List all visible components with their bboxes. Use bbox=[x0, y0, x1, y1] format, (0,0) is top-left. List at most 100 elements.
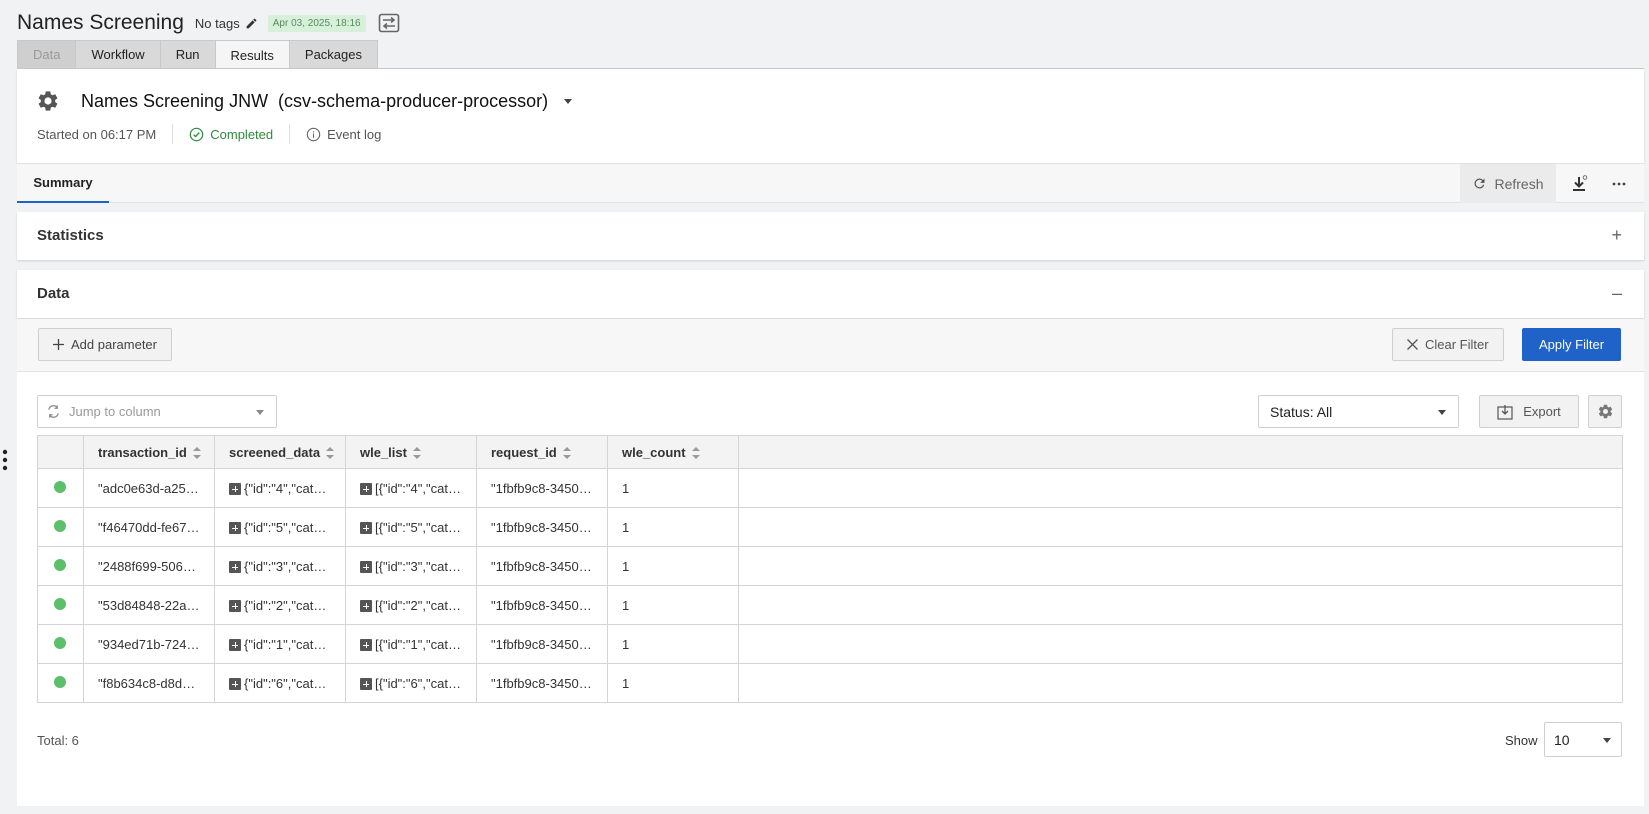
column-header-wle-list[interactable]: wle_list bbox=[345, 435, 477, 469]
sort-icon[interactable] bbox=[562, 447, 571, 460]
data-section[interactable]: Data – bbox=[17, 270, 1644, 318]
transaction-id-cell[interactable]: "f8b634c8-d8d… bbox=[83, 663, 215, 703]
plus-square-icon[interactable] bbox=[229, 522, 241, 535]
table-row[interactable]: "934ed71b-724… {"id":"1","cat… [{"id":"1… bbox=[37, 624, 1623, 664]
refresh-button[interactable]: Refresh bbox=[1460, 164, 1556, 203]
column-header-transaction-id[interactable]: transaction_id bbox=[83, 435, 215, 469]
column-header-wle-count[interactable]: wle_count bbox=[607, 435, 739, 469]
column-header-request-id[interactable]: request_id bbox=[476, 435, 608, 469]
tab-packages[interactable]: Packages bbox=[288, 40, 378, 68]
wle-list-cell[interactable]: [{"id":"2","cat… bbox=[345, 585, 477, 625]
screened-data-cell[interactable]: {"id":"1","cat… bbox=[214, 624, 346, 664]
more-vertical-icon[interactable] bbox=[2, 449, 8, 471]
request-id-cell[interactable]: "1fbfb9c8-3450… bbox=[476, 468, 608, 508]
wle-count-cell[interactable]: 1 bbox=[607, 507, 739, 547]
transaction-id-cell[interactable]: "2488f699-506… bbox=[83, 546, 215, 586]
screened-data-cell[interactable]: {"id":"3","cat… bbox=[214, 546, 346, 586]
clear-filter-button[interactable]: Clear Filter bbox=[1392, 328, 1504, 361]
plus-square-icon[interactable] bbox=[360, 639, 372, 652]
cell-text: {"id":"5","cat… bbox=[244, 519, 327, 535]
wle-list-cell[interactable]: [{"id":"3","cat… bbox=[345, 546, 477, 586]
sort-icon[interactable] bbox=[412, 447, 421, 460]
transaction-id-cell[interactable]: "53d84848-22a… bbox=[83, 585, 215, 625]
wle-list-cell[interactable]: [{"id":"4","cat… bbox=[345, 468, 477, 508]
date-badge: Apr 03, 2025, 18:16 bbox=[267, 14, 366, 32]
tab-summary[interactable]: Summary bbox=[17, 164, 109, 203]
wle-count-cell[interactable]: 1 bbox=[607, 546, 739, 586]
plus-square-icon[interactable] bbox=[360, 522, 372, 535]
jump-to-column-select[interactable]: Jump to column bbox=[37, 395, 277, 428]
status-cell bbox=[37, 585, 84, 625]
screened-data-cell[interactable]: {"id":"2","cat… bbox=[214, 585, 346, 625]
apply-filter-button[interactable]: Apply Filter bbox=[1522, 328, 1622, 361]
sort-icon[interactable] bbox=[691, 447, 700, 460]
page-size-select[interactable]: 10 bbox=[1544, 722, 1622, 757]
wle-list-cell[interactable]: [{"id":"5","cat… bbox=[345, 507, 477, 547]
plus-square-icon[interactable] bbox=[360, 600, 372, 613]
request-id-cell[interactable]: "1fbfb9c8-3450… bbox=[476, 624, 608, 664]
column-header-screened-data[interactable]: screened_data bbox=[214, 435, 346, 469]
summary-bar: Summary Refresh bbox=[17, 163, 1644, 203]
download-icon[interactable] bbox=[1570, 175, 1588, 193]
plus-square-icon[interactable] bbox=[229, 678, 241, 691]
cell-text: [{"id":"6","cat… bbox=[375, 675, 461, 691]
transaction-id-cell[interactable]: "934ed71b-724… bbox=[83, 624, 215, 664]
transaction-id-cell[interactable]: "f46470dd-fe67… bbox=[83, 507, 215, 547]
export-button[interactable]: Export bbox=[1479, 395, 1579, 428]
transaction-id-cell[interactable]: "adc0e63d-a25… bbox=[83, 468, 215, 508]
tab-run[interactable]: Run bbox=[159, 40, 216, 68]
export-label: Export bbox=[1523, 404, 1561, 419]
screened-data-cell[interactable]: {"id":"6","cat… bbox=[214, 663, 346, 703]
workflow-switch-icon[interactable] bbox=[378, 13, 400, 33]
screened-data-cell[interactable]: {"id":"4","cat… bbox=[214, 468, 346, 508]
request-id-cell[interactable]: "1fbfb9c8-3450… bbox=[476, 663, 608, 703]
total-count: Total: 6 bbox=[37, 733, 79, 748]
clear-filter-label: Clear Filter bbox=[1425, 337, 1489, 352]
expand-icon[interactable]: + bbox=[1611, 226, 1622, 244]
pencil-icon[interactable] bbox=[245, 17, 258, 30]
table-row[interactable]: "adc0e63d-a25… {"id":"4","cat… [{"id":"4… bbox=[37, 468, 1623, 508]
request-id-cell[interactable]: "1fbfb9c8-3450… bbox=[476, 585, 608, 625]
main-tabs: Data Workflow Run Results Packages bbox=[17, 40, 378, 69]
add-parameter-button[interactable]: Add parameter bbox=[38, 328, 172, 361]
plus-square-icon[interactable] bbox=[229, 483, 241, 496]
table-row[interactable]: "f46470dd-fe67… {"id":"5","cat… [{"id":"… bbox=[37, 507, 1623, 547]
plus-square-icon[interactable] bbox=[360, 678, 372, 691]
request-id-cell[interactable]: "1fbfb9c8-3450… bbox=[476, 546, 608, 586]
collapse-icon[interactable]: – bbox=[1612, 284, 1622, 302]
wle-count-cell[interactable]: 1 bbox=[607, 624, 739, 664]
table-row[interactable]: "53d84848-22a… {"id":"2","cat… [{"id":"2… bbox=[37, 585, 1623, 625]
status-completed: Completed bbox=[189, 127, 273, 142]
wle-list-cell[interactable]: [{"id":"6","cat… bbox=[345, 663, 477, 703]
filler-cell bbox=[738, 585, 1623, 625]
status-filter-select[interactable]: Status: All bbox=[1258, 395, 1459, 428]
status-cell bbox=[37, 468, 84, 508]
sort-icon[interactable] bbox=[326, 447, 335, 460]
wle-list-cell[interactable]: [{"id":"1","cat… bbox=[345, 624, 477, 664]
plus-square-icon[interactable] bbox=[360, 483, 372, 496]
plus-square-icon[interactable] bbox=[229, 639, 241, 652]
wle-count-cell[interactable]: 1 bbox=[607, 468, 739, 508]
tab-results[interactable]: Results bbox=[214, 40, 290, 69]
chevron-down-icon[interactable] bbox=[564, 99, 572, 104]
table-row[interactable]: "2488f699-506… {"id":"3","cat… [{"id":"3… bbox=[37, 546, 1623, 586]
screened-data-cell[interactable]: {"id":"5","cat… bbox=[214, 507, 346, 547]
plus-square-icon[interactable] bbox=[229, 600, 241, 613]
more-horizontal-icon[interactable] bbox=[1612, 182, 1626, 186]
wle-count-cell[interactable]: 1 bbox=[607, 663, 739, 703]
tags[interactable]: No tags bbox=[195, 16, 258, 31]
table-settings-button[interactable] bbox=[1588, 395, 1622, 428]
request-id-cell[interactable]: "1fbfb9c8-3450… bbox=[476, 507, 608, 547]
wle-count-cell[interactable]: 1 bbox=[607, 585, 739, 625]
plus-square-icon[interactable] bbox=[360, 561, 372, 574]
chevron-down-icon bbox=[1438, 410, 1446, 415]
sort-icon[interactable] bbox=[192, 447, 201, 460]
plus-square-icon[interactable] bbox=[229, 561, 241, 574]
tab-workflow[interactable]: Workflow bbox=[75, 40, 161, 68]
event-log-link[interactable]: Event log bbox=[306, 127, 381, 142]
statistics-section[interactable]: Statistics + bbox=[17, 212, 1644, 260]
status-dot-icon bbox=[54, 597, 66, 610]
refresh-icon bbox=[1474, 178, 1485, 189]
cell-text: {"id":"4","cat… bbox=[244, 480, 327, 496]
table-row[interactable]: "f8b634c8-d8d… {"id":"6","cat… [{"id":"6… bbox=[37, 663, 1623, 703]
